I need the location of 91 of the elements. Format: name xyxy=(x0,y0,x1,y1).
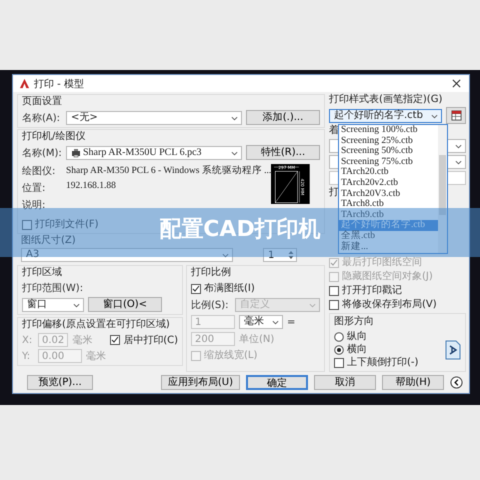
list-option[interactable]: Screening 25%.ctb xyxy=(339,136,438,146)
equals-sign: = xyxy=(287,316,296,328)
checkbox-label: 上下颠倒打印(-) xyxy=(347,356,418,369)
scrollbar[interactable] xyxy=(438,125,447,253)
caret-icon xyxy=(73,302,80,308)
radio-label: 纵向 xyxy=(347,330,367,343)
location-value: 192.168.1.88 xyxy=(66,181,117,193)
section-heading: 打 xyxy=(329,187,339,199)
group-heading: 打印偏移(原点设置在可打印区域) xyxy=(22,319,170,331)
caret-icon xyxy=(455,160,462,165)
checkbox-label: 打开打印戳记 xyxy=(342,284,402,297)
checkbox-label: 将修改保存到布局(V) xyxy=(342,298,437,311)
banner-title: 配置CAD打印机 xyxy=(159,218,321,240)
list-option[interactable]: TArch9.ctb xyxy=(339,210,438,220)
field-label: X: xyxy=(22,334,34,346)
list-option[interactable]: 新建... xyxy=(339,242,438,252)
caret-icon xyxy=(231,150,238,156)
list-option[interactable]: Screening 100%.ctb xyxy=(339,125,438,136)
group-heading: 打印比例 xyxy=(191,267,231,279)
field-label: 打印范围(W): xyxy=(22,282,84,295)
table-edit-icon xyxy=(450,110,462,121)
list-option[interactable]: Screening 50%.ctb xyxy=(339,146,438,157)
section-heading: 打印样式表(画笔指定)(G) xyxy=(329,94,442,106)
dialog-button[interactable]: 应用到布局(U) xyxy=(160,375,240,390)
list-option[interactable]: TArch20v2.ctb xyxy=(339,178,438,189)
list-option[interactable]: TArch20.ctb xyxy=(339,167,438,178)
collapse-button[interactable] xyxy=(450,376,463,389)
close-button[interactable] xyxy=(450,77,463,90)
close-icon xyxy=(452,79,461,88)
caret-icon xyxy=(272,320,279,325)
list-option[interactable]: TArch8.ctb xyxy=(339,199,438,210)
checkbox[interactable] xyxy=(110,335,120,345)
radio-button[interactable] xyxy=(334,344,344,354)
dialog-button[interactable]: 确定 xyxy=(246,375,308,390)
spinner-arrows-icon xyxy=(288,250,294,260)
chevron-left-icon xyxy=(450,376,463,389)
caret-icon xyxy=(455,144,462,149)
field-label: 说明: xyxy=(22,199,46,212)
group-heading: 打印区域 xyxy=(22,267,62,279)
checkbox-label: 居中打印(C) xyxy=(123,334,178,346)
window-title: 打印 - 模型 xyxy=(34,78,85,90)
checkbox[interactable] xyxy=(191,350,201,360)
checkbox-label: 缩放线宽(L) xyxy=(204,349,258,362)
add-button[interactable]: 添加(.)... xyxy=(246,110,320,125)
plotter-value: Sharp AR-M350 PCL 6 - Windows 系统驱动程序 ... xyxy=(66,164,272,178)
field-label: 名称(M): xyxy=(22,146,62,160)
group-heading: 打印机/绘图仪 xyxy=(22,131,86,143)
dialog-button[interactable]: 帮助(H) xyxy=(382,375,444,390)
checkbox[interactable] xyxy=(191,284,201,294)
list-option[interactable]: Screening 75%.ctb xyxy=(339,156,438,168)
section-heading: 着 xyxy=(329,125,339,137)
plot-area-dropdown[interactable]: 窗口 xyxy=(22,298,84,312)
printer-icon xyxy=(71,148,81,158)
dialog-button[interactable]: 取消 xyxy=(314,375,376,390)
caret-icon xyxy=(431,114,438,118)
unit-dropdown[interactable]: 毫米 xyxy=(239,315,283,329)
checkbox[interactable] xyxy=(334,358,344,368)
list-option[interactable]: 全黑.ctb xyxy=(339,230,438,242)
checkbox-label: 隐藏图纸空间对象(J) xyxy=(342,270,433,283)
checkbox[interactable] xyxy=(329,300,339,310)
plot-style-dropdown[interactable]: 起个好听的名字.ctb xyxy=(329,108,442,122)
edit-style-button[interactable] xyxy=(446,107,466,124)
field-label: 绘图仪: xyxy=(22,165,56,178)
printer-dropdown[interactable]: Sharp AR-M350U PCL 6.pc3 xyxy=(66,146,242,160)
field-label: Y: xyxy=(22,350,32,362)
radio-button[interactable] xyxy=(334,332,344,342)
field-label: 比例(S): xyxy=(191,298,230,312)
checkbox-label: 布满图纸(I) xyxy=(204,282,255,295)
landscape-page-icon xyxy=(445,340,461,360)
field-label: 名称(A): xyxy=(22,112,62,124)
radio-label: 横向 xyxy=(347,343,367,356)
caret-icon xyxy=(309,303,316,308)
properties-button[interactable]: 特性(R)... xyxy=(246,145,320,160)
group-heading: 图形方向 xyxy=(334,316,374,328)
field-label: 位置: xyxy=(22,182,46,195)
checkbox[interactable] xyxy=(329,286,339,296)
window-button[interactable]: 窗口(O)< xyxy=(88,297,162,312)
caret-icon xyxy=(231,116,238,120)
unit-label: 毫米 xyxy=(86,350,106,363)
section-heading: 图纸尺寸(Z) xyxy=(21,235,76,247)
unit-label: 单位(N) xyxy=(239,332,274,346)
list-option[interactable]: TArch20V3.ctb xyxy=(339,188,438,200)
app-logo-icon xyxy=(19,78,30,89)
checkbox-label: 最后打印图纸空间 xyxy=(342,256,422,269)
caret-icon xyxy=(222,253,229,258)
group-heading: 页面设置 xyxy=(22,96,62,108)
checkbox[interactable] xyxy=(22,220,32,230)
dialog-button[interactable]: 预览(P)... xyxy=(27,375,93,390)
checkbox-label: 打印到文件(F) xyxy=(35,218,99,231)
page-setup-dropdown[interactable]: <无> xyxy=(66,110,242,124)
unit-label: 毫米 xyxy=(72,334,92,347)
